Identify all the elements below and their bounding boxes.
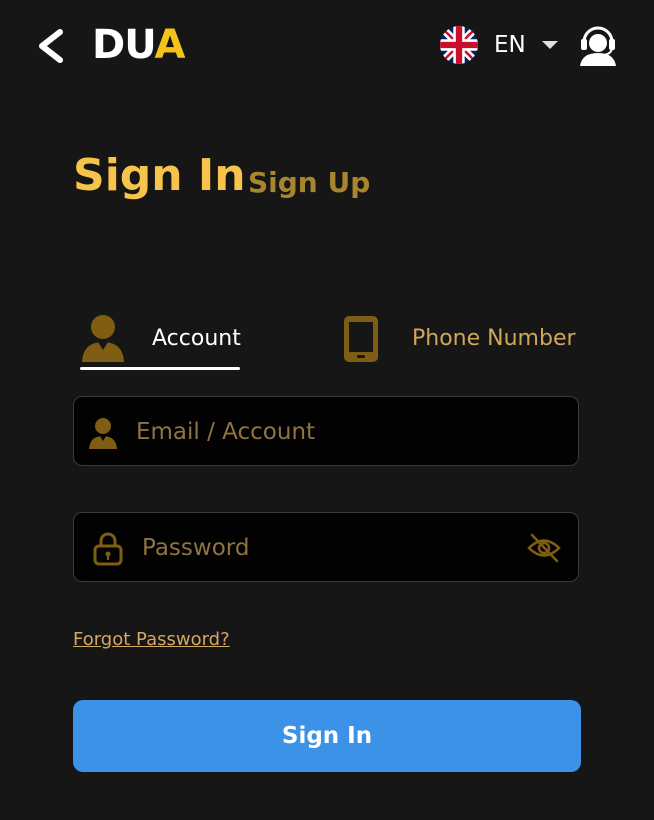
password-input[interactable]: [140, 513, 514, 583]
password-field[interactable]: [73, 512, 579, 583]
customer-support-button[interactable]: [578, 22, 618, 66]
toggle-password-visibility[interactable]: [526, 531, 562, 565]
uk-flag-icon: [440, 26, 478, 64]
sign-in-button[interactable]: Sign In: [73, 700, 581, 772]
eye-off-icon: [527, 533, 561, 563]
tab-sign-in[interactable]: Sign In: [73, 150, 246, 201]
tab-phone-label: Phone Number: [412, 326, 576, 351]
language-selector[interactable]: EN: [440, 26, 558, 64]
forgot-password-link[interactable]: Forgot Password?: [73, 629, 230, 650]
tab-sign-up[interactable]: Sign Up: [248, 166, 370, 199]
back-button[interactable]: [30, 24, 74, 68]
chevron-left-icon: [39, 29, 63, 63]
tab-phone-number[interactable]: Phone Number: [342, 312, 582, 370]
logo-wordmark: DUA: [92, 22, 185, 68]
customer-support-icon: [580, 26, 616, 66]
smartphone-icon: [344, 316, 378, 362]
caret-down-icon: [541, 41, 558, 49]
language-code: EN: [494, 32, 526, 58]
email-field[interactable]: [73, 396, 579, 467]
brand-logo: DUA: [92, 20, 185, 70]
user-icon: [82, 315, 124, 362]
tab-account-label: Account: [152, 326, 241, 351]
user-icon: [89, 418, 117, 449]
email-input[interactable]: [134, 397, 568, 467]
lock-icon: [93, 532, 123, 566]
tab-account[interactable]: Account: [80, 312, 241, 370]
active-tab-indicator: [80, 367, 240, 370]
